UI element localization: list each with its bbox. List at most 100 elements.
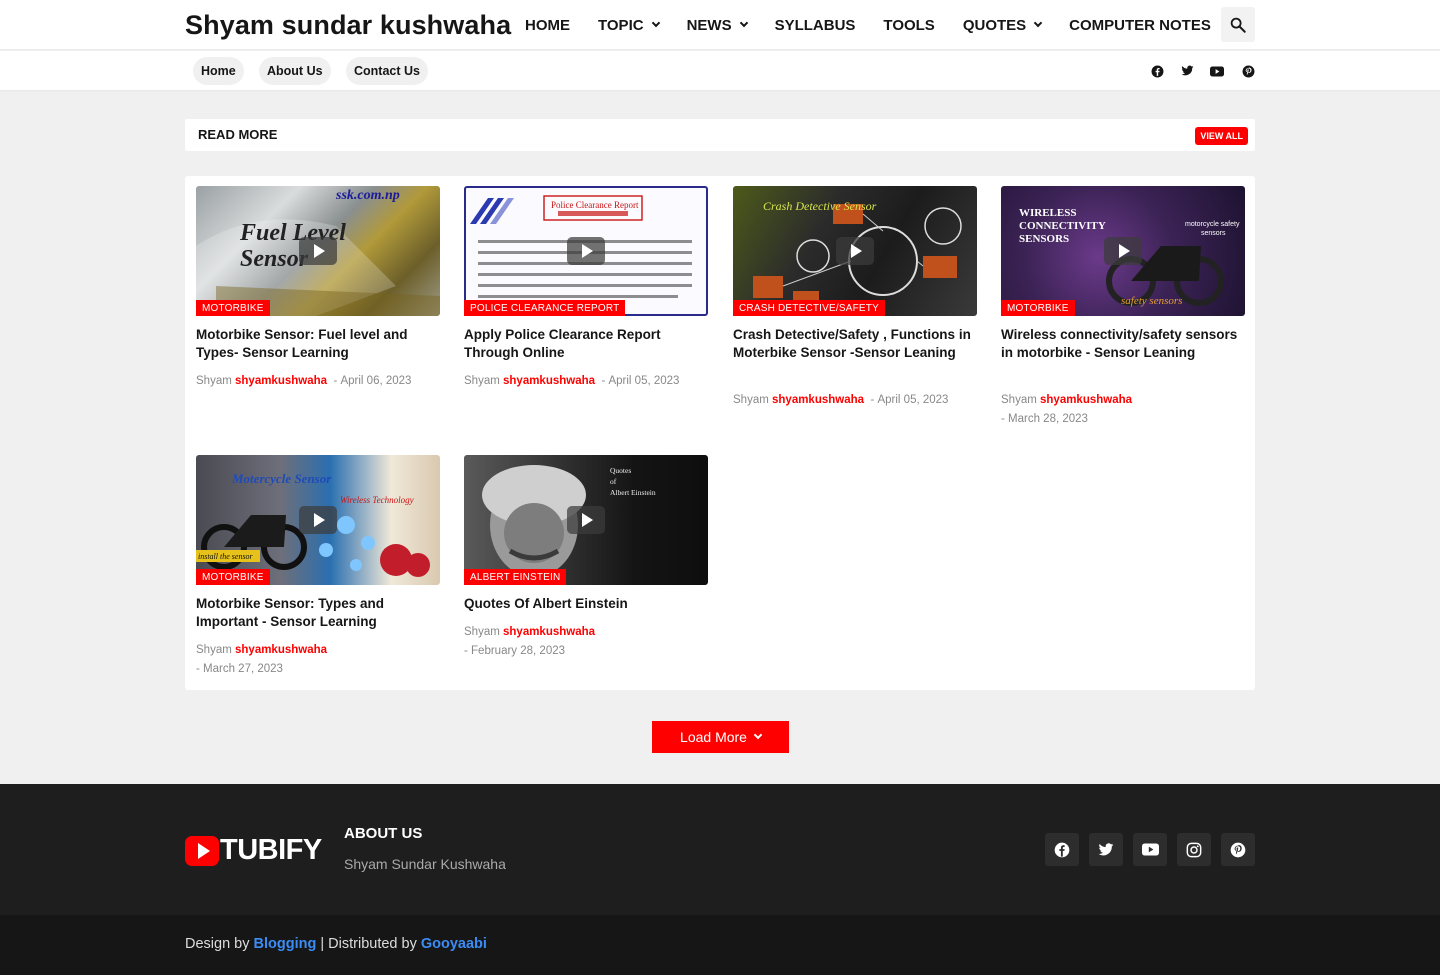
author-link[interactable]: shyamkushwaha (503, 626, 595, 638)
footer-twitter-button[interactable] (1089, 833, 1123, 866)
footer-logo[interactable]: TUBIFY (185, 834, 322, 867)
post-title[interactable]: Motorbike Sensor: Types and Important - … (196, 595, 440, 631)
view-all-button[interactable]: VIEW ALL (1195, 127, 1248, 145)
nav-home[interactable]: HOME (525, 17, 570, 34)
play-icon[interactable] (567, 506, 605, 534)
post-date: April 05, 2023 (877, 394, 949, 406)
meta-separator: - (196, 663, 204, 675)
category-tag[interactable]: POLICE CLEARANCE REPORT (464, 300, 626, 316)
chevron-down-icon (739, 18, 748, 28)
post-date: February 28, 2023 (471, 645, 566, 657)
category-tag[interactable]: CRASH DETECTIVE/SAFETY (733, 300, 885, 316)
pill-home[interactable]: Home (193, 57, 244, 85)
footer-pinterest-button[interactable] (1221, 833, 1255, 866)
youtube-icon[interactable] (1209, 63, 1225, 79)
footer-youtube-button[interactable] (1133, 833, 1167, 866)
twitter-icon[interactable] (1179, 63, 1195, 79)
category-tag[interactable]: MOTORBIKE (196, 300, 270, 316)
author-link[interactable]: shyamkushwaha (772, 394, 864, 406)
svg-text:motorcycle safety: motorcycle safety (1185, 221, 1240, 228)
post-thumbnail[interactable]: ssk.com.np Fuel Level Sensor (196, 186, 440, 316)
site-title[interactable]: Shyam sundar kushwaha (185, 10, 511, 41)
thumb-caption: Police Clearance Report (551, 200, 639, 210)
post-title[interactable]: Crash Detective/Safety , Functions in Mo… (733, 326, 977, 362)
svg-text:install the sensor: install the sensor (198, 552, 254, 561)
author-first: Shyam (196, 375, 232, 387)
search-button[interactable] (1221, 7, 1255, 42)
youtube-icon (1141, 843, 1159, 856)
nav-quotes[interactable]: QUOTES (963, 17, 1043, 34)
svg-text:WIRELESS: WIRELESS (1019, 207, 1076, 219)
main-nav: HOME TOPIC NEWS SYLLABUS TOOLS QUOTES CO… (525, 0, 1239, 50)
nav-syllabus[interactable]: SYLLABUS (775, 17, 856, 34)
post-meta: Shyam shyamkushwaha - March 28, 2023 (1001, 391, 1245, 429)
play-icon[interactable] (299, 237, 337, 265)
post-title[interactable]: Apply Police Clearance Report Through On… (464, 326, 708, 362)
pinterest-icon[interactable] (1240, 63, 1256, 79)
post-title[interactable]: Motorbike Sensor: Fuel level and Types- … (196, 326, 440, 362)
post-title[interactable]: Quotes Of Albert Einstein (464, 595, 708, 613)
pinterest-icon (1230, 842, 1246, 857)
nav-tools[interactable]: TOOLS (883, 17, 934, 34)
footer-credits: Design by Blogging | Distributed by Gooy… (185, 936, 487, 952)
post-title[interactable]: Wireless connectivity/safety sensors in … (1001, 326, 1245, 362)
section-header: READ MORE VIEW ALL (185, 119, 1255, 151)
chevron-down-icon (651, 18, 660, 28)
post-meta: Shyam shyamkushwaha - April 05, 2023 (464, 372, 708, 391)
author-link[interactable]: shyamkushwaha (503, 375, 595, 387)
load-more-button[interactable]: Load More (652, 721, 789, 753)
post-meta: Shyam shyamkushwaha - February 28, 2023 (464, 623, 708, 661)
nav-topic[interactable]: TOPIC (598, 17, 660, 34)
chevron-down-icon (753, 730, 763, 740)
play-icon[interactable] (567, 237, 605, 265)
nav-news[interactable]: NEWS (687, 17, 748, 34)
post-date: April 06, 2023 (340, 375, 412, 387)
nav-computer-notes[interactable]: COMPUTER NOTES (1069, 17, 1211, 34)
play-icon[interactable] (836, 237, 874, 265)
svg-text:sensors: sensors (1201, 230, 1226, 237)
post-thumbnail[interactable]: Motercycle Sensor Wireless Technology in… (196, 455, 440, 585)
blogging-link[interactable]: Blogging (254, 936, 317, 952)
category-tag[interactable]: ALBERT EINSTEIN (464, 569, 567, 585)
distributed-by-label: | Distributed by (320, 936, 417, 952)
chevron-down-icon (1033, 18, 1043, 28)
svg-text:safety sensors: safety sensors (1121, 295, 1182, 307)
play-icon[interactable] (1104, 237, 1142, 265)
post-thumbnail[interactable]: Quotes of Albert Einstein (464, 455, 708, 585)
footer-about-title: ABOUT US (344, 825, 423, 842)
meta-separator: - (867, 394, 878, 406)
category-tag[interactable]: MOTORBIKE (196, 569, 270, 585)
secondary-nav: Home About Us Contact Us (0, 51, 1440, 90)
pill-contact-us[interactable]: Contact Us (346, 57, 428, 85)
post-meta: Shyam shyamkushwaha - April 05, 2023 (733, 391, 977, 410)
post-meta: Shyam shyamkushwaha - April 06, 2023 (196, 372, 440, 391)
footer: TUBIFY ABOUT US Shyam Sundar Kushwaha (0, 784, 1440, 915)
twitter-icon (1098, 842, 1114, 855)
pill-about-us[interactable]: About Us (259, 57, 331, 85)
section-title: READ MORE (198, 127, 278, 142)
footer-facebook-button[interactable] (1045, 833, 1079, 866)
play-icon[interactable] (299, 506, 337, 534)
post-date: April 05, 2023 (608, 375, 680, 387)
svg-text:SENSORS: SENSORS (1019, 233, 1069, 245)
category-tag[interactable]: MOTORBIKE (1001, 300, 1075, 316)
svg-text:Quotes: Quotes (610, 466, 631, 475)
post-thumbnail[interactable]: Police Clearance Report (464, 186, 708, 316)
meta-separator: - (464, 645, 472, 657)
design-by-label: Design by (185, 936, 250, 952)
author-first: Shyam (464, 626, 500, 638)
bottom-bar: Design by Blogging | Distributed by Gooy… (0, 915, 1440, 975)
author-link[interactable]: shyamkushwaha (235, 375, 327, 387)
svg-text:Wireless Technology: Wireless Technology (340, 495, 414, 505)
author-link[interactable]: shyamkushwaha (1040, 394, 1132, 406)
author-first: Shyam (464, 375, 500, 387)
logo-text: TUBIFY (220, 834, 322, 866)
post-thumbnail[interactable]: WIRELESS CONNECTIVITY SENSORS motorcycle… (1001, 186, 1245, 316)
thumb-caption: ssk.com.np (335, 188, 400, 203)
gooyaabi-link[interactable]: Gooyaabi (421, 936, 487, 952)
author-link[interactable]: shyamkushwaha (235, 644, 327, 656)
facebook-icon[interactable] (1149, 63, 1165, 79)
post-thumbnail[interactable]: Crash Detective Sensor (733, 186, 977, 316)
top-header: Shyam sundar kushwaha HOME TOPIC NEWS SY… (0, 0, 1440, 50)
footer-instagram-button[interactable] (1177, 833, 1211, 866)
